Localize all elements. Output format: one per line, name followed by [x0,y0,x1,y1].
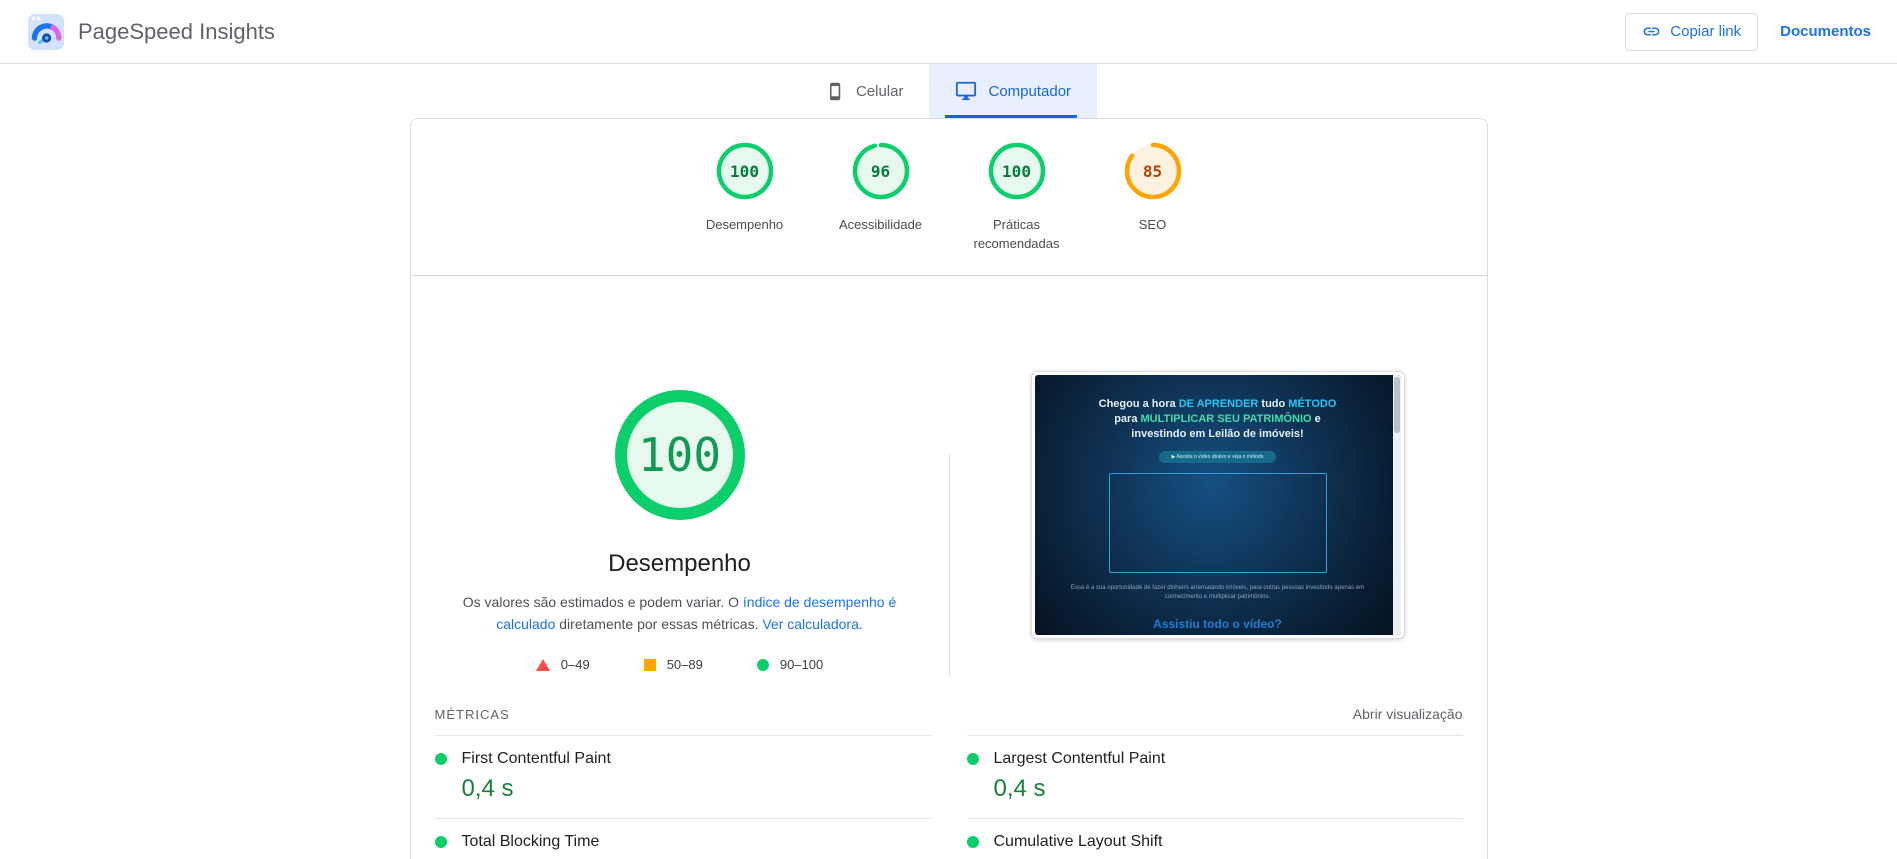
app-title: PageSpeed Insights [78,19,275,45]
screenshot-caption: Essa é a sua oportunidade de fazer dinhe… [1068,584,1368,602]
link-icon [1642,22,1661,41]
score-value: 85 [1124,142,1182,200]
screenshot-scrollbar [1393,375,1401,635]
score-value: 100 [988,142,1046,200]
metric-first-contentful-paint: First Contentful Paint 0,4 s [435,735,931,818]
green-circle-icon [757,659,769,671]
score-acessibilidade[interactable]: 96 Acessibilidade [825,142,937,275]
score-disclaimer: Os valores são estimados e podem variar.… [454,591,906,635]
metrics-column-left: First Contentful Paint 0,4 s Total Block… [435,735,931,859]
metric-value: 0,4 s [462,775,931,803]
category-scores-row: 100 Desempenho 96 Acessibilidade 100 [411,119,1487,276]
performance-gauge[interactable]: 100 [615,390,745,520]
metrics-title: MÉTRICAS [435,707,510,722]
metric-cumulative-layout-shift: Cumulative Layout Shift [967,818,1463,859]
heading-text: investindo em Leilão de imóveis! [1131,428,1303,440]
documents-link[interactable]: Documentos [1780,23,1871,40]
desktop-icon [955,80,977,102]
heading-text: para [1114,413,1140,425]
heading-text: MÉTODO [1288,398,1336,410]
calculator-link[interactable]: Ver calculadora. [762,616,862,632]
phone-icon [826,82,845,101]
metric-name: Cumulative Layout Shift [994,833,1463,851]
app-header: PageSpeed Insights Copiar link Documento… [0,0,1897,64]
red-triangle-icon [536,659,550,671]
score-legend: 0–49 50–89 90–100 [536,657,823,672]
score-ring: 100 [988,142,1046,200]
score-ring: 85 [1124,142,1182,200]
header-actions: Copiar link Documentos [1625,13,1871,51]
metric-total-blocking-time: Total Blocking Time [435,818,931,859]
active-tab-underline [945,115,1077,118]
score-ring: 100 [716,142,774,200]
copy-link-button[interactable]: Copiar link [1625,13,1758,51]
screenshot-footer-question: Assistiu todo o vídeo? [1035,617,1401,631]
metric-name: Total Blocking Time [462,833,931,851]
metric-largest-contentful-paint: Largest Contentful Paint 0,4 s [967,735,1463,818]
legend-range: 0–49 [561,657,590,672]
metrics-grid: First Contentful Paint 0,4 s Total Block… [435,735,1463,859]
page-screenshot-thumbnail[interactable]: Chegou a hora DE APRENDER tudo MÉTODO pa… [1031,371,1405,639]
score-label: Acessibilidade [839,215,922,234]
performance-overview: 100 Desempenho Os valores são estimados … [411,276,1487,698]
tab-computador-label: Computador [988,83,1071,100]
heading-text: Chegou a hora [1099,398,1179,410]
heading-text: MULTIPLICAR SEU PATRIMÔNIO [1141,413,1312,425]
gauge-value: 100 [615,390,745,520]
report-card: 100 Desempenho 96 Acessibilidade 100 [410,118,1488,859]
page-screenshot: Chegou a hora DE APRENDER tudo MÉTODO pa… [1035,375,1401,635]
pagespeed-logo-icon [26,12,66,52]
metric-value: 0,4 s [994,775,1463,803]
tab-celular-label: Celular [856,83,904,100]
tab-computador[interactable]: Computador [929,64,1097,118]
legend-fail: 0–49 [536,657,590,672]
metrics-column-right: Largest Contentful Paint 0,4 s Cumulativ… [967,735,1463,859]
pass-dot-icon [435,753,447,765]
score-seo[interactable]: 85 SEO [1097,142,1209,275]
score-praticas-recomendadas[interactable]: 100 Práticas recomendadas [961,142,1073,275]
pass-dot-icon [967,753,979,765]
score-value: 96 [852,142,910,200]
heading-text: e [1312,413,1321,425]
screenshot-video-placeholder [1109,473,1327,573]
metrics-section: MÉTRICAS Abrir visualização First Conten… [411,698,1487,859]
screenshot-cta-pill: ▶ Assista o vídeo abaixo e veja o método [1159,451,1277,463]
open-preview-link[interactable]: Abrir visualização [1353,706,1463,722]
page-preview-block: Chegou a hora DE APRENDER tudo MÉTODO pa… [949,276,1487,672]
legend-average: 50–89 [644,657,703,672]
heading-text: tudo [1258,398,1288,410]
score-ring: 96 [852,142,910,200]
legend-good: 90–100 [757,657,823,672]
pass-dot-icon [967,836,979,848]
legend-range: 90–100 [780,657,823,672]
orange-square-icon [644,659,656,671]
heading-text: DE APRENDER [1179,398,1259,410]
score-desempenho[interactable]: 100 Desempenho [689,142,801,275]
performance-gauge-block: 100 Desempenho Os valores são estimados … [411,276,949,672]
metrics-header-row: MÉTRICAS Abrir visualização [435,698,1463,735]
device-tabs: Celular Computador [0,64,1897,118]
score-label: SEO [1139,215,1166,234]
metric-name: Largest Contentful Paint [994,750,1463,768]
vertical-divider [949,454,950,676]
disclaimer-text: Os valores são estimados e podem variar.… [463,594,743,610]
screenshot-heading: Chegou a hora DE APRENDER tudo MÉTODO pa… [1035,397,1401,442]
metric-name: First Contentful Paint [462,750,931,768]
legend-range: 50–89 [667,657,703,672]
disclaimer-text: diretamente por essas métricas. [555,616,762,632]
brand-home-link[interactable]: PageSpeed Insights [26,12,275,52]
scrollbar-thumb [1394,377,1400,433]
copy-link-label: Copiar link [1670,23,1741,40]
score-label: Práticas recomendadas [961,215,1073,253]
performance-title: Desempenho [608,550,751,578]
score-label: Desempenho [706,215,783,234]
pass-dot-icon [435,836,447,848]
score-value: 100 [716,142,774,200]
tab-celular[interactable]: Celular [800,64,930,118]
